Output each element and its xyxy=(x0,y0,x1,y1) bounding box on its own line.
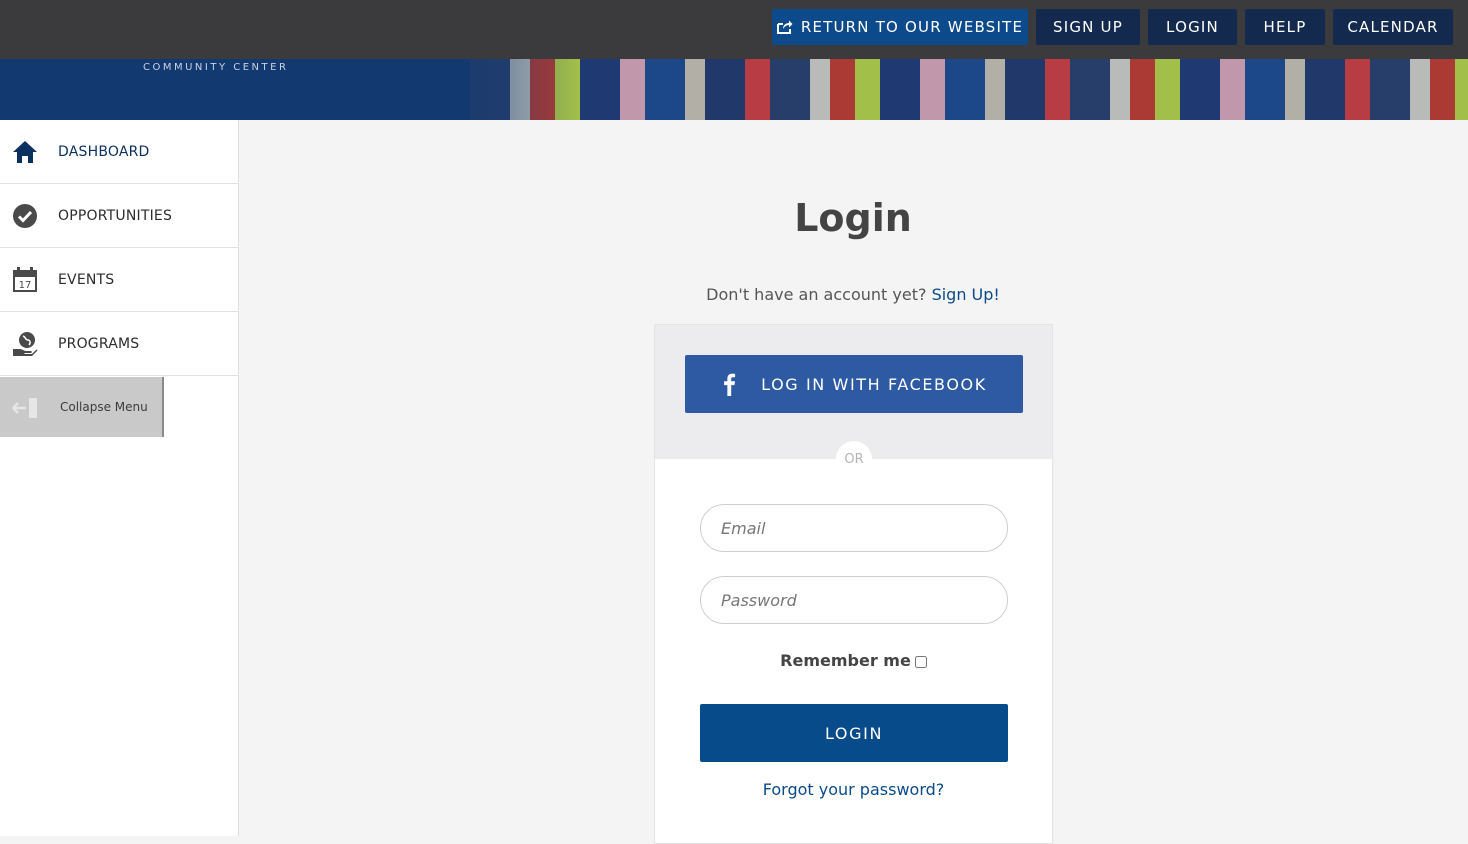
calendar-button[interactable]: Calendar xyxy=(1333,9,1453,45)
sidebar-item-label: EVENTS xyxy=(58,271,115,288)
return-to-website-button[interactable]: Return to our website xyxy=(772,9,1028,45)
collapse-menu-label: Collapse Menu xyxy=(60,400,148,414)
help-button[interactable]: Help xyxy=(1245,9,1325,45)
calendar-icon: 17 xyxy=(13,267,37,292)
login-nav-label: Login xyxy=(1166,18,1219,36)
top-navigation-bar: Return to our website Sign Up Login Help… xyxy=(0,0,1468,59)
page-title: Login xyxy=(794,196,912,240)
sidebar-item-label: DASHBOARD xyxy=(58,143,150,160)
external-link-icon xyxy=(776,20,793,34)
sidebar-item-programs[interactable]: PROGRAMS xyxy=(0,312,238,376)
sign-up-link[interactable]: Sign Up! xyxy=(932,285,1000,304)
calendar-label: Calendar xyxy=(1347,18,1439,36)
collapse-arrow-icon xyxy=(12,398,37,418)
login-submit-button[interactable]: LOGIN xyxy=(700,704,1008,762)
email-field[interactable] xyxy=(700,504,1008,552)
facebook-icon xyxy=(724,373,736,396)
check-circle-icon xyxy=(13,204,37,228)
banner-fade xyxy=(380,59,580,120)
remember-me-label: Remember me xyxy=(780,651,911,670)
facebook-login-button[interactable]: LOG IN WITH FACEBOOK xyxy=(685,355,1023,413)
login-nav-button[interactable]: Login xyxy=(1148,9,1237,45)
remember-me-checkbox[interactable] xyxy=(914,655,927,668)
banner-subtitle: COMMUNITY CENTER xyxy=(143,62,289,73)
sidebar-item-label: OPPORTUNITIES xyxy=(58,207,173,224)
login-submit-label: LOGIN xyxy=(824,723,884,743)
sidebar-item-opportunities[interactable]: OPPORTUNITIES xyxy=(0,184,238,248)
password-field[interactable] xyxy=(700,576,1008,624)
calendar-icon-day: 17 xyxy=(19,280,32,291)
remember-me-row: Remember me xyxy=(655,651,1052,670)
or-divider: OR xyxy=(836,441,872,477)
sign-up-label: Sign Up xyxy=(1053,18,1123,36)
return-to-website-label: Return to our website xyxy=(800,18,1024,36)
globe-hand-icon xyxy=(13,332,38,356)
facebook-login-label: LOG IN WITH FACEBOOK xyxy=(761,374,987,394)
forgot-password-link[interactable]: Forgot your password? xyxy=(655,780,1052,799)
sidebar: DASHBOARD OPPORTUNITIES 17 EVENTS PROGRA… xyxy=(0,120,239,836)
sign-up-button[interactable]: Sign Up xyxy=(1036,9,1140,45)
help-label: Help xyxy=(1263,18,1307,36)
sidebar-item-label: PROGRAMS xyxy=(58,335,140,352)
signup-prompt: Don't have an account yet? Sign Up! xyxy=(653,285,1053,304)
collapse-menu-button[interactable]: Collapse Menu xyxy=(0,377,164,437)
login-card: LOG IN WITH FACEBOOK OR Remember me LOGI… xyxy=(654,324,1053,844)
sidebar-item-events[interactable]: 17 EVENTS xyxy=(0,248,238,312)
social-login-section: LOG IN WITH FACEBOOK xyxy=(655,325,1052,459)
no-account-text: Don't have an account yet? xyxy=(706,285,927,304)
home-icon xyxy=(13,141,37,163)
sidebar-item-dashboard[interactable]: DASHBOARD xyxy=(0,120,238,184)
header-banner: COMMUNITY CENTER xyxy=(0,59,1468,120)
volunteers-photo xyxy=(470,59,1468,120)
